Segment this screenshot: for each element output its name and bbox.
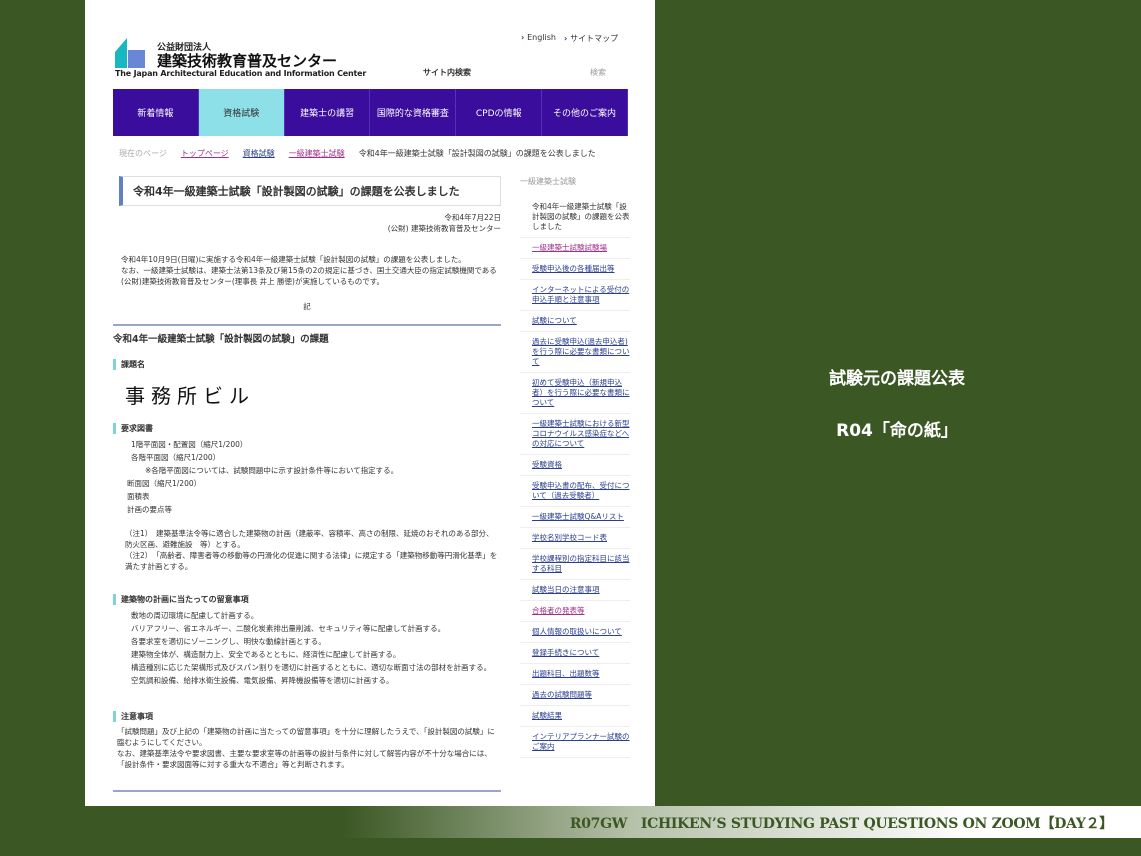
breadcrumb-current: 令和4年一級建築士試験「設計製図の試験」の課題を公表しました bbox=[358, 149, 596, 158]
section-title: 令和4年一級建築士試験「設計製図の試験」の課題 bbox=[113, 324, 501, 345]
footer-text: R07GW ICHIKEN’S STUDYING PAST QUESTIONS … bbox=[569, 816, 1113, 832]
main-nav: 新着情報 資格試験 建築士の講習 国際的な資格審査 CPDの情報 その他のご案内 bbox=[113, 89, 628, 136]
breadcrumb-top[interactable]: トップページ bbox=[181, 148, 229, 159]
note-1: （注1） 建築基準法令等に適合した建築物の計画（建蔽率、容積率、高さの制限、延焼… bbox=[125, 529, 494, 549]
sidebar-link[interactable]: 試験当日の注意事項 bbox=[520, 580, 630, 601]
issuer: (公財) 建築技術教育普及センター bbox=[387, 224, 501, 233]
sidebar-current: 令和4年一級建築士試験「設計製図の試験」の課題を公表しました bbox=[520, 197, 630, 238]
nav-cpd[interactable]: CPDの情報 bbox=[456, 89, 543, 136]
sidebar-link[interactable]: 一級建築士試験試験場 bbox=[520, 238, 630, 259]
logo-icon[interactable] bbox=[115, 38, 155, 68]
nav-courses[interactable]: 建築士の講習 bbox=[285, 89, 371, 136]
sidebar-link[interactable]: 学校名別学校コード表 bbox=[520, 528, 630, 549]
nav-news[interactable]: 新着情報 bbox=[113, 89, 199, 136]
breadcrumb-exams[interactable]: 資格試験 bbox=[243, 148, 275, 159]
breadcrumb: 現在のページ トップページ 資格試験 一級建築士試験 令和4年一級建築士試験「設… bbox=[119, 148, 596, 159]
article: 令和4年一級建築士試験「設計製図の試験」の課題を公表しました 令和4年7月22日… bbox=[113, 176, 501, 792]
sidebar-link[interactable]: 受験資格 bbox=[520, 455, 630, 476]
nav-other[interactable]: その他のご案内 bbox=[542, 89, 628, 136]
sidebar-link[interactable]: インターネットによる受付の申込手順と注意事項 bbox=[520, 280, 630, 311]
list-item: 構造種別に応じた架構形式及びスパン割りを適切に計画するとともに、適切な断面寸法の… bbox=[131, 663, 492, 672]
caution: 「試験問題」及び上記の「建築物の計画に当たっての留意事項」を十分に理解したうえで… bbox=[113, 726, 501, 770]
slide-caption-2: R04「命の紙」 bbox=[836, 421, 958, 441]
nav-exams[interactable]: 資格試験 bbox=[198, 89, 285, 136]
intro-2: なお、一級建築士試験は、建築士法第13条及び第15条の2の規定に基づき、国土交通… bbox=[121, 266, 497, 286]
ki-mark: 記 bbox=[303, 302, 311, 311]
page-title: 令和4年一級建築士試験「設計製図の試験」の課題を公表しました bbox=[119, 176, 501, 206]
list-item: 建築物全体が、構造耐力上、安全であるとともに、経済性に配慮して計画する。 bbox=[131, 650, 401, 659]
list-item: 各要求室を適切にゾーニングし、明快な動線計画とする。 bbox=[131, 637, 326, 646]
breadcrumb-label: 現在のページ bbox=[119, 149, 167, 158]
org-name-en: The Japan Architectural Education and In… bbox=[115, 69, 367, 78]
list-item: 各階平面図（縮尺1/200） bbox=[131, 453, 221, 462]
divider bbox=[113, 790, 501, 792]
sidebar-link[interactable]: 一級建築士試験における新型コロナウイルス感染症などへの対応について bbox=[520, 414, 630, 455]
sidebar-link[interactable]: 出題科目、出題数等 bbox=[520, 664, 630, 685]
task-name: 事務所ビル bbox=[125, 384, 255, 408]
caution-2: なお、建築基準法令や要求図書、主要な要求室等の計画等の設計与条件に対して解答内容… bbox=[117, 749, 492, 769]
sitemap-link[interactable]: サイトマップ bbox=[564, 33, 618, 44]
list-item: 1階平面図・配置図（縮尺1/200） bbox=[131, 440, 248, 449]
top-links: English サイトマップ bbox=[521, 33, 618, 44]
sidebar-link[interactable]: 合格者の発表等 bbox=[520, 601, 630, 622]
slide-caption-1: 試験元の課題公表 bbox=[829, 369, 965, 389]
points-list: 敷地の周辺環境に配慮して計画する。 バリアフリー、省エネルギー、二酸化炭素排出量… bbox=[113, 609, 501, 687]
sidebar-link[interactable]: 試験について bbox=[520, 311, 630, 332]
nav-international[interactable]: 国際的な資格審査 bbox=[370, 89, 457, 136]
sidebar: 一級建築士試験 令和4年一級建築士試験「設計製図の試験」の課題を公表しました 一… bbox=[520, 176, 630, 758]
english-link[interactable]: English bbox=[521, 33, 556, 44]
caution-heading: 注意事項 bbox=[113, 711, 501, 722]
sidebar-heading: 一級建築士試験 bbox=[520, 177, 576, 186]
list-item: 計画の要点等 bbox=[127, 505, 172, 514]
sidebar-link[interactable]: 受験申込書の配布、受付について（過去受験者） bbox=[520, 476, 630, 507]
browser-page: 公益財団法人 建築技術教育普及センター The Japan Architectu… bbox=[85, 0, 655, 806]
search-button[interactable]: 検索 bbox=[590, 67, 606, 78]
notes: （注1） 建築基準法令等に適合した建築物の計画（建蔽率、容積率、高さの制限、延焼… bbox=[113, 528, 501, 572]
note-2: （注2） 「高齢者、障害者等の移動等の円滑化の促進に関する法律」に規定する「建築… bbox=[125, 551, 498, 571]
org-name[interactable]: 建築技術教育普及センター bbox=[157, 50, 337, 71]
sidebar-link[interactable]: 試験結果 bbox=[520, 706, 630, 727]
sidebar-link[interactable]: 初めて受験申込（新規申込者）を行う際に必要な書類について bbox=[520, 373, 630, 414]
list-item: バリアフリー、省エネルギー、二酸化炭素排出量削減、セキュリティ等に配慮して計画す… bbox=[131, 624, 446, 633]
drawings-list: 1階平面図・配置図（縮尺1/200） 各階平面図（縮尺1/200） ※各階平面図… bbox=[113, 438, 501, 516]
sidebar-link[interactable]: 個人情報の取扱いについて bbox=[520, 622, 630, 643]
sidebar-link[interactable]: 過去に受験申込(過去申込者)を行う際に必要な書類について bbox=[520, 332, 630, 373]
list-item: 断面図（縮尺1/200） bbox=[127, 479, 202, 488]
sidebar-link[interactable]: 学校課程別の指定科目に該当する科目 bbox=[520, 549, 630, 580]
sidebar-link[interactable]: 受験申込後の各種届出等 bbox=[520, 259, 630, 280]
sidebar-link[interactable]: 過去の試験問題等 bbox=[520, 685, 630, 706]
footer-band: R07GW ICHIKEN’S STUDYING PAST QUESTIONS … bbox=[0, 806, 1141, 838]
list-item: 面積表 bbox=[127, 492, 150, 501]
task-name-heading: 課題名 bbox=[113, 359, 501, 370]
sidebar-link[interactable]: 一級建築士試験Q&Aリスト bbox=[520, 507, 630, 528]
date: 令和4年7月22日 bbox=[444, 213, 501, 222]
list-item: 空気調和設備、給排水衛生設備、電気設備、昇降機設備等を適切に計画する。 bbox=[131, 676, 394, 685]
list-item: ※各階平面図については、試験問題中に示す設計条件等において指定する。 bbox=[145, 466, 399, 475]
intro-1: 令和4年10月9日(日曜)に実施する令和4年一級建築士試験「設計製図の試験」の課… bbox=[121, 255, 466, 264]
drawings-heading: 要求図書 bbox=[113, 423, 501, 434]
sidebar-link[interactable]: インテリアプランナー試験のご案内 bbox=[520, 727, 630, 758]
caution-1: 「試験問題」及び上記の「建築物の計画に当たっての留意事項」を十分に理解したうえで… bbox=[117, 727, 495, 747]
points-heading: 建築物の計画に当たっての留意事項 bbox=[113, 594, 501, 605]
list-item: 敷地の周辺環境に配慮して計画する。 bbox=[131, 611, 259, 620]
breadcrumb-ichiken[interactable]: 一級建築士試験 bbox=[289, 148, 345, 159]
sidebar-link[interactable]: 登録手続きについて bbox=[520, 643, 630, 664]
site-search-label: サイト内検索 bbox=[423, 68, 471, 77]
